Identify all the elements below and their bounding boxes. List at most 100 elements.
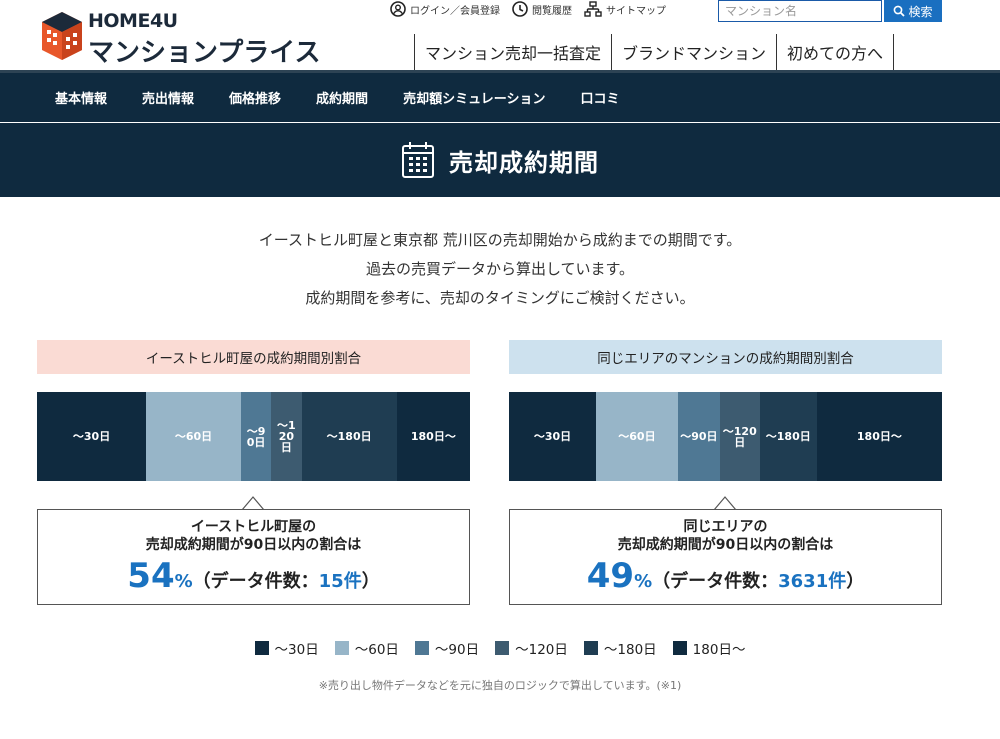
left-summary-box: イーストヒル町屋の 売却成約期間が90日以内の割合は 54%（データ件数：15件…	[37, 509, 470, 605]
legend-swatch	[495, 641, 510, 655]
bar-segment-label: 〜120日	[277, 419, 296, 454]
search-button[interactable]: 検索	[884, 0, 942, 22]
bar-segment: 180日〜	[396, 392, 470, 481]
left-panel-header: イーストヒル町屋の成約期間別割合	[37, 340, 470, 374]
subnav-contract-period[interactable]: 成約期間	[316, 88, 368, 107]
topnav-sell-assessment[interactable]: マンション売却一括査定	[414, 34, 611, 70]
legend-label: 〜90日	[434, 642, 480, 658]
legend-swatch	[672, 641, 687, 655]
subnav-basic-info[interactable]: 基本情報	[55, 88, 107, 107]
right-summary-figure: 49%（データ件数：3631件）	[510, 556, 941, 596]
footnote: ※売り出し物件データなどを元に独自のロジックで算出しています。(※1)	[318, 679, 682, 692]
sitemap-icon	[584, 1, 602, 17]
intro-line: 過去の売買データから算出しています。	[365, 260, 635, 278]
history-link[interactable]: 閲覧履歴	[512, 1, 572, 17]
right-panel-header: 同じエリアのマンションの成約期間別割合	[509, 340, 942, 374]
left-period-bar-chart: 〜30日 〜60日 〜90日 〜120日 〜180日 180日〜	[37, 392, 470, 481]
bar-segment: 〜90日	[240, 392, 272, 481]
logo-en-text: HOME4U	[88, 10, 178, 32]
right-count-prefix: （データ件数：	[652, 571, 779, 592]
bar-segment: 〜120日	[719, 392, 760, 481]
bar-segment: 〜30日	[37, 392, 147, 481]
bar-segment: 180日〜	[816, 392, 942, 481]
section-title-bar: 売却成約期間	[0, 123, 1000, 197]
bar-segment-label: 〜180日	[326, 430, 372, 443]
legend-item: 〜30日	[254, 638, 319, 658]
caret-up-icon	[714, 496, 736, 510]
legend-label: 〜180日	[603, 642, 657, 658]
right-percent-value: 49	[586, 556, 635, 596]
left-percent-unit: %	[174, 571, 193, 592]
right-summary-box: 同じエリアの 売却成約期間が90日以内の割合は 49%（データ件数：3631件）	[509, 509, 942, 605]
search-button-label: 検索	[908, 4, 933, 19]
left-summary-figure: 54%（データ件数：15件）	[38, 556, 469, 596]
login-label: ログイン／会員登録	[410, 5, 500, 17]
calendar-icon	[402, 142, 434, 178]
legend-item: 〜180日	[583, 638, 657, 658]
legend-label: 180日〜	[692, 642, 746, 658]
left-percent-value: 54	[127, 556, 175, 596]
topnav-brand-mansion[interactable]: ブランドマンション	[611, 34, 776, 70]
legend-item: 180日〜	[672, 638, 746, 658]
utility-links: ログイン／会員登録 閲覧履歴 サイトマップ	[390, 0, 666, 18]
bar-segment-label: 〜120日	[722, 424, 757, 449]
chart-legend: 〜30日 〜60日 〜90日 〜120日 〜180日 180日〜	[0, 638, 1000, 658]
legend-swatch	[254, 641, 269, 655]
left-count-prefix: （データ件数：	[192, 571, 319, 592]
left-count-value: 15件	[318, 571, 362, 592]
intro-line: 成約期間を参考に、売却のタイミングにご検討ください。	[305, 289, 695, 307]
search-icon	[894, 5, 906, 17]
bar-segment-label: 〜90日	[246, 424, 266, 449]
caret-up-icon	[242, 496, 264, 510]
topnav-first-time[interactable]: 初めての方へ	[776, 34, 895, 70]
top-nav: マンション売却一括査定 ブランドマンション 初めての方へ	[414, 34, 895, 70]
right-count-value: 3631件	[778, 571, 847, 592]
site-logo[interactable]: HOME4U マンションプライス	[40, 8, 320, 68]
left-summary-line2: 売却成約期間が90日以内の割合は	[145, 537, 362, 553]
site-header: HOME4U マンションプライス ログイン／会員登録 閲覧履歴 サイトマップ 検…	[0, 0, 1000, 70]
bar-segment-label: 〜90日	[680, 430, 718, 443]
legend-label: 〜30日	[274, 642, 319, 658]
subnav-listing-info[interactable]: 売出情報	[142, 88, 194, 107]
subnav-reviews[interactable]: 口コミ	[581, 88, 620, 107]
legend-label: 〜60日	[354, 642, 399, 658]
right-period-bar-chart: 〜30日 〜60日 〜90日 〜120日 〜180日 180日〜	[509, 392, 942, 481]
legend-swatch	[583, 641, 598, 655]
logo-ja-text: マンションプライス	[88, 38, 321, 68]
bar-segment: 〜180日	[759, 392, 817, 481]
login-link[interactable]: ログイン／会員登録	[390, 1, 500, 17]
bar-segment-label: 〜30日	[533, 430, 572, 443]
bar-segment: 〜180日	[301, 392, 397, 481]
subnav-price-trend[interactable]: 価格推移	[229, 88, 281, 107]
right-summary-line2: 売却成約期間が90日以内の割合は	[617, 537, 834, 553]
bar-segment-label: 180日〜	[856, 430, 902, 443]
page-title: 売却成約期間	[449, 148, 599, 177]
bar-segment-label: 〜60日	[174, 430, 213, 443]
legend-swatch	[334, 641, 349, 655]
bar-segment: 〜30日	[509, 392, 597, 481]
left-summary-line1: イーストヒル町屋の	[190, 519, 317, 535]
sitemap-link[interactable]: サイトマップ	[584, 1, 666, 17]
legend-item: 〜60日	[334, 638, 399, 658]
search-input[interactable]	[718, 0, 882, 22]
intro-text: イーストヒル町屋と東京都 荒川区の売却開始から成約までの期間です。 過去の売買デ…	[0, 226, 1000, 313]
bar-segment-label: 〜60日	[618, 430, 656, 443]
subnav-sale-simulation[interactable]: 売却額シミュレーション	[403, 88, 545, 107]
legend-item: 〜90日	[414, 638, 480, 658]
right-count-suffix: ）	[846, 571, 865, 592]
bar-segment: 〜60日	[596, 392, 678, 481]
bar-segment-label: 〜30日	[72, 430, 111, 443]
building-logo-icon	[42, 12, 82, 60]
bar-segment: 〜120日	[271, 392, 302, 481]
clock-icon	[512, 1, 528, 17]
legend-swatch	[414, 641, 429, 655]
bar-segment: 〜60日	[146, 392, 241, 481]
bar-segment-label: 180日〜	[410, 430, 456, 443]
left-count-suffix: ）	[361, 571, 380, 592]
bar-segment: 〜90日	[677, 392, 720, 481]
section-nav: 基本情報 売出情報 価格推移 成約期間 売却額シミュレーション 口コミ	[0, 70, 1000, 123]
history-label: 閲覧履歴	[532, 5, 572, 17]
intro-line: イーストヒル町屋と東京都 荒川区の売却開始から成約までの期間です。	[258, 231, 742, 249]
legend-item: 〜120日	[495, 638, 568, 658]
right-summary-line1: 同じエリアの	[683, 519, 768, 535]
